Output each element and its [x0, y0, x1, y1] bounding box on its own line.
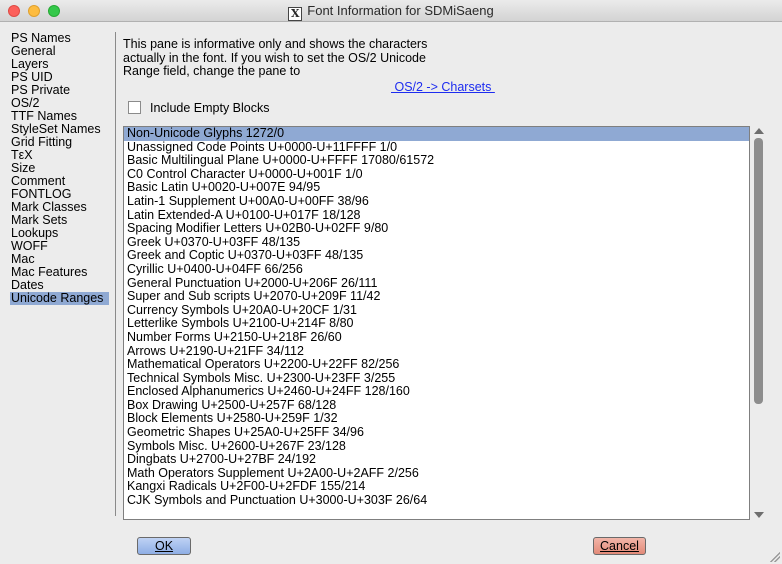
- range-list-item[interactable]: Box Drawing U+2500-U+257F 68/128: [124, 398, 749, 413]
- cancel-button[interactable]: Cancel: [593, 537, 646, 555]
- range-list-item[interactable]: Arrows U+2190-U+21FF 34/112: [124, 344, 749, 359]
- scroll-up-arrow-icon[interactable]: [754, 128, 764, 134]
- window-title: Font Information for SDMiSaeng: [307, 3, 494, 18]
- font-info-dialog: PS Names General Layers PS UID PS Private OS/…: [0, 22, 782, 564]
- range-list-item[interactable]: Super and Sub scripts U+2070-U+209F 11/4…: [124, 290, 749, 304]
- window-title-wrap: X Font Information for SDMiSaeng: [0, 3, 782, 21]
- pane-info-text: This pane is informative only and shows …: [123, 37, 428, 78]
- x11-icon: X: [288, 7, 303, 21]
- range-list-item[interactable]: Non-Unicode Glyphs 1272/0: [124, 127, 749, 141]
- range-list-item[interactable]: Unassigned Code Points U+0000-U+11FFFF 1…: [124, 140, 749, 155]
- range-list-item[interactable]: Basic Multilingual Plane U+0000-U+FFFF 1…: [124, 154, 749, 168]
- range-list-item[interactable]: Kangxi Radicals U+2F00-U+2FDF 155/214: [124, 480, 749, 494]
- range-list-item[interactable]: Greek and Coptic U+0370-U+03FF 48/135: [124, 249, 749, 263]
- list-scrollbar[interactable]: [751, 126, 767, 520]
- range-list-item[interactable]: Geometric Shapes U+25A0-U+25FF 34/96: [124, 425, 749, 440]
- range-list-item[interactable]: Enclosed Alphanumerics U+2460-U+24FF 128…: [124, 385, 749, 399]
- range-list-item[interactable]: Cyrillic U+0400-U+04FF 66/256: [124, 262, 749, 277]
- resize-grip-icon[interactable]: [770, 552, 780, 562]
- scrollbar-thumb[interactable]: [754, 138, 763, 404]
- sidebar: PS Names General Layers PS UID PS Private OS/…: [10, 32, 110, 305]
- range-list-item[interactable]: Greek U+0370-U+03FF 48/135: [124, 235, 749, 250]
- include-empty-blocks-label: Include Empty Blocks: [150, 101, 270, 115]
- range-list-item[interactable]: Dingbats U+2700-U+27BF 24/192: [124, 453, 749, 467]
- range-list-item[interactable]: Math Operators Supplement U+2A00-U+2AFF …: [124, 466, 749, 481]
- range-list-item[interactable]: Latin Extended-A U+0100-U+017F 18/128: [124, 208, 749, 223]
- include-empty-blocks-row[interactable]: Include Empty Blocks: [128, 101, 270, 115]
- range-list-item[interactable]: General Punctuation U+2000-U+206F 26/111: [124, 276, 749, 291]
- sidebar-item-unicode-ranges[interactable]: Unicode Ranges: [10, 292, 109, 305]
- range-list-item[interactable]: Letterlike Symbols U+2100-U+214F 8/80: [124, 317, 749, 331]
- range-list-item[interactable]: Mathematical Operators U+2200-U+22FF 82/…: [124, 357, 749, 372]
- range-list-item[interactable]: Number Forms U+2150-U+218F 26/60: [124, 330, 749, 345]
- range-list-item[interactable]: C0 Control Character U+0000-U+001F 1/0: [124, 167, 749, 182]
- range-list-item[interactable]: Currency Symbols U+20A0-U+20CF 1/31: [124, 303, 749, 318]
- range-list-item[interactable]: Symbols Misc. U+2600-U+267F 23/128: [124, 439, 749, 454]
- range-list-item[interactable]: Basic Latin U+0020-U+007E 94/95: [124, 181, 749, 195]
- title-bar: X Font Information for SDMiSaeng: [0, 0, 782, 22]
- include-empty-blocks-checkbox[interactable]: [128, 101, 141, 114]
- range-list-item[interactable]: CJK Symbols and Punctuation U+3000-U+303…: [124, 493, 749, 508]
- range-list-item[interactable]: Block Elements U+2580-U+259F 1/32: [124, 412, 749, 426]
- range-list-item[interactable]: Latin-1 Supplement U+00A0-U+00FF 38/96: [124, 194, 749, 209]
- sidebar-divider: [115, 32, 116, 516]
- unicode-ranges-list[interactable]: Non-Unicode Glyphs 1272/0 Unassigned Code…: [123, 126, 750, 520]
- scroll-down-arrow-icon[interactable]: [754, 512, 764, 518]
- range-list-item[interactable]: Spacing Modifier Letters U+02B0-U+02FF 9…: [124, 222, 749, 236]
- range-list-item[interactable]: Technical Symbols Misc. U+2300-U+23FF 3/…: [124, 371, 749, 386]
- os2-charsets-link[interactable]: OS/2 -> Charsets: [391, 80, 495, 94]
- ok-button[interactable]: OK: [137, 537, 191, 555]
